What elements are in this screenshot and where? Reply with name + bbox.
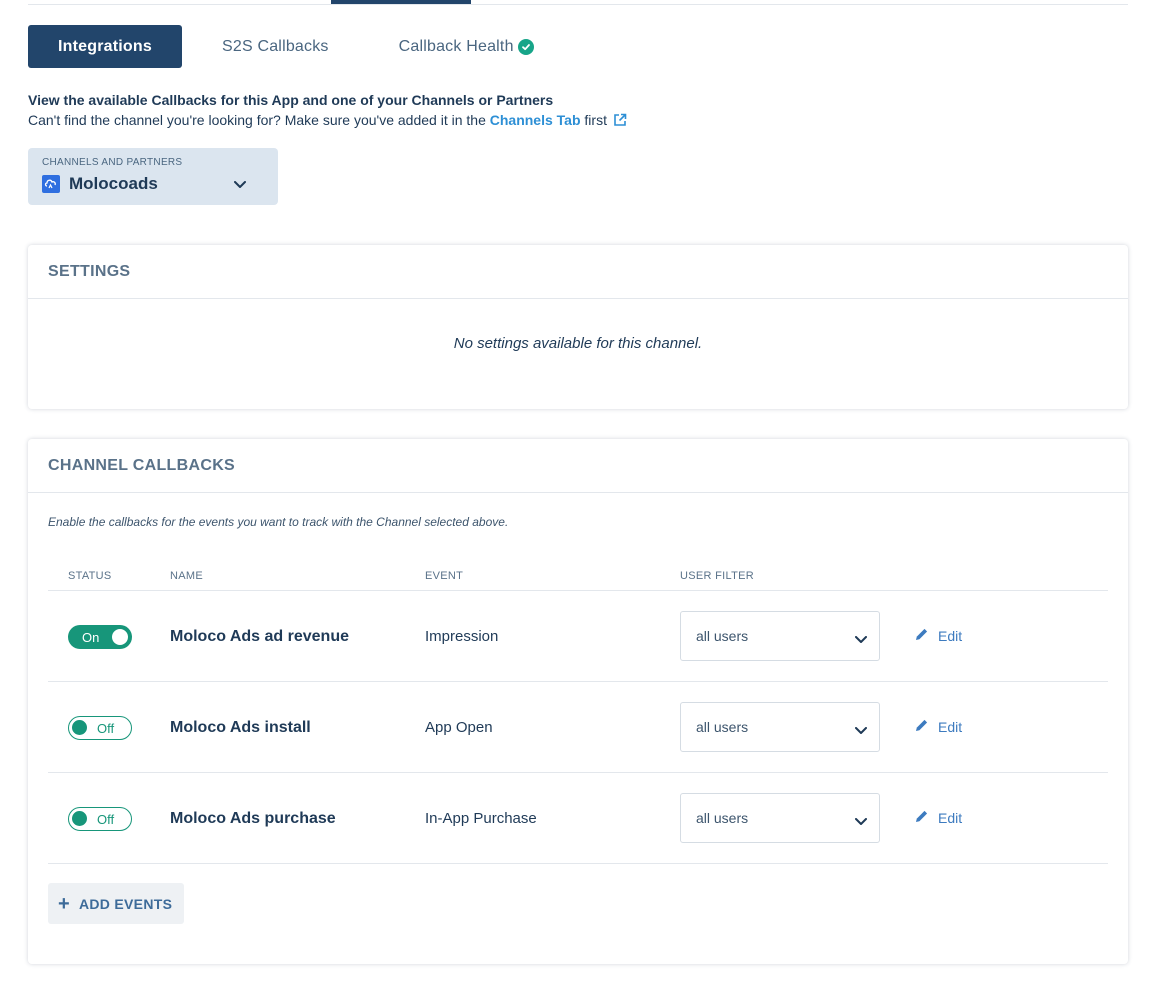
settings-title: SETTINGS <box>28 245 1128 299</box>
callback-name: Moloco Ads ad revenue <box>170 628 349 645</box>
tab-s2s-callbacks[interactable]: S2S Callbacks <box>222 25 329 68</box>
pencil-icon <box>914 627 929 645</box>
toggle-knob <box>72 720 87 735</box>
toggle-knob <box>72 811 87 826</box>
check-circle-icon <box>517 38 534 55</box>
status-toggle[interactable]: Off <box>68 716 132 740</box>
pencil-icon <box>914 809 929 827</box>
tab-bar: Integrations S2S Callbacks Callback Heal… <box>28 25 534 68</box>
tab-callback-health[interactable]: Callback Health <box>399 25 534 68</box>
chevron-down-icon <box>234 176 246 194</box>
edit-button[interactable]: Edit <box>914 809 962 827</box>
channels-tab-link[interactable]: Channels Tab <box>490 112 581 128</box>
chevron-down-icon <box>855 813 867 829</box>
channel-select-caption: CHANNELS AND PARTNERS <box>42 157 183 168</box>
column-header-event: EVENT <box>425 570 464 582</box>
table-row: Off Moloco Ads install App Open all user… <box>48 682 1108 773</box>
chevron-down-icon <box>855 631 867 647</box>
column-header-name: NAME <box>170 570 203 582</box>
plus-icon: + <box>58 892 70 915</box>
settings-empty-message: No settings available for this channel. <box>453 335 703 352</box>
intro-subtext: Can't find the channel you're looking fo… <box>28 110 627 132</box>
channel-select-value: Molocoads <box>69 174 158 193</box>
column-header-user-filter: USER FILTER <box>680 570 754 582</box>
active-nav-indicator <box>331 0 471 4</box>
edit-button[interactable]: Edit <box>914 718 962 736</box>
user-filter-select[interactable]: all users <box>680 702 880 752</box>
callback-name: Moloco Ads purchase <box>170 810 336 827</box>
intro-heading: View the available Callbacks for this Ap… <box>28 92 554 108</box>
channel-callbacks-card: CHANNEL CALLBACKS Enable the callbacks f… <box>28 439 1128 964</box>
top-divider <box>28 4 1128 5</box>
chevron-down-icon <box>855 722 867 738</box>
edit-button[interactable]: Edit <box>914 627 962 645</box>
status-toggle[interactable]: On <box>68 625 132 649</box>
callback-name: Moloco Ads install <box>170 719 311 736</box>
tab-integrations[interactable]: Integrations <box>28 25 182 68</box>
table-row: Off Moloco Ads purchase In-App Purchase … <box>48 773 1108 864</box>
external-link-icon[interactable] <box>613 112 627 132</box>
callbacks-title: CHANNEL CALLBACKS <box>28 439 1128 493</box>
status-toggle[interactable]: Off <box>68 807 132 831</box>
user-filter-select[interactable]: all users <box>680 793 880 843</box>
toggle-knob <box>112 629 128 645</box>
user-filter-select[interactable]: all users <box>680 611 880 661</box>
callback-event: App Open <box>425 719 493 736</box>
pencil-icon <box>914 718 929 736</box>
callback-event: Impression <box>425 628 499 645</box>
settings-card: SETTINGS No settings available for this … <box>28 245 1128 409</box>
channel-select-dropdown[interactable]: CHANNELS AND PARTNERS Molocoads <box>28 148 278 205</box>
moloco-logo-icon <box>42 175 60 193</box>
callbacks-description: Enable the callbacks for the events you … <box>48 515 509 529</box>
column-header-status: STATUS <box>68 570 112 582</box>
table-row: On Moloco Ads ad revenue Impression all … <box>48 591 1108 682</box>
callback-event: In-App Purchase <box>425 810 537 827</box>
intro-text: View the available Callbacks for this Ap… <box>28 90 627 132</box>
add-events-button[interactable]: + ADD EVENTS <box>48 883 184 924</box>
